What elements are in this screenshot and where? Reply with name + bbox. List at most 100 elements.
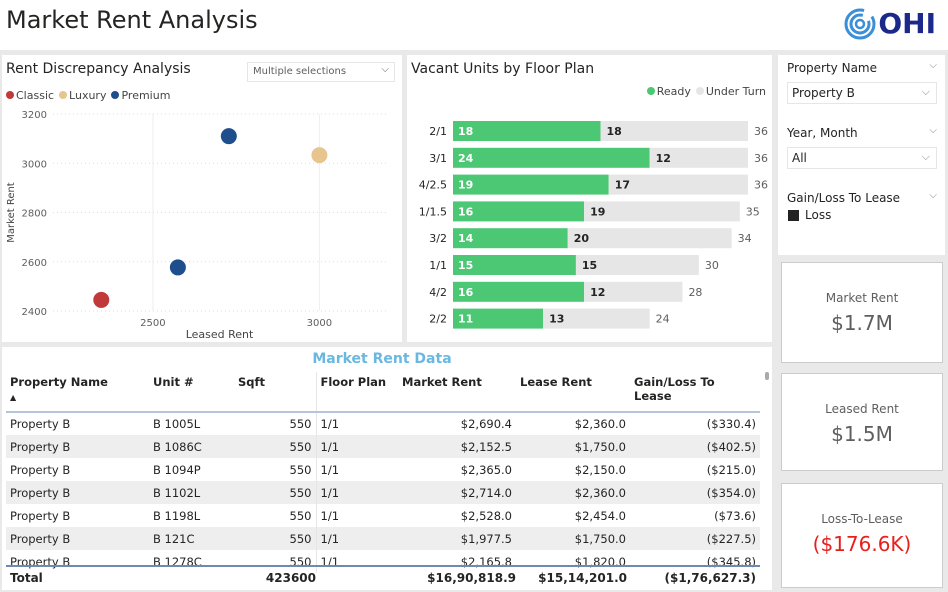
market-rent-card: Market Rent $1.7M <box>781 262 943 363</box>
bar-ready[interactable] <box>453 121 601 141</box>
under-turn-value-label: 18 <box>607 125 622 138</box>
cell-floor-plan: 1/1 <box>315 412 398 435</box>
category-label: 4/2.5 <box>419 179 447 192</box>
ready-value-label: 16 <box>458 205 474 218</box>
cell-property-name: Property B <box>10 508 71 523</box>
year-month-label: Year, Month <box>787 126 858 140</box>
under-turn-value-label: 15 <box>582 259 597 272</box>
leased-rent-card: Leased Rent $1.5M <box>781 373 943 471</box>
cell-market-rent: $1,977.5 <box>398 527 516 550</box>
y-tick-label: 2600 <box>22 258 47 269</box>
x-tick-label: 3000 <box>307 318 332 329</box>
ready-value-label: 18 <box>458 125 473 138</box>
table-row[interactable]: Property BB 1102L 550 1/1 $2,714.0 $2,360.0(… <box>6 481 760 504</box>
total-value-label: 36 <box>754 125 768 138</box>
total-row: Total 423600 $16,90,818.9 $15,14,201.0 (… <box>6 565 760 587</box>
scatter-panel: Rent Discrepancy Analysis Multiple selec… <box>2 55 402 342</box>
table-header: Property Name ▲ Unit # Sqft Floor Plan Ma… <box>6 372 760 413</box>
scrollbar[interactable] <box>765 372 769 380</box>
table-row[interactable]: Property B B 1198L 550 1/1 $2,528.0 $2,454.0 (… <box>6 504 760 527</box>
sort-ascending-icon: ▲ <box>10 393 17 402</box>
bar-ready[interactable] <box>453 147 650 168</box>
loss-checkbox[interactable]: Loss <box>788 208 831 222</box>
col-property-name[interactable]: Property Name ▲ <box>6 372 149 413</box>
col-lease-rent[interactable]: Lease Rent <box>516 372 630 413</box>
total-market-rent: $16,90,818.9 <box>427 571 516 585</box>
x-axis-label: Leased Rent <box>186 328 254 341</box>
cell-gain-loss: ($354.0) <box>630 481 760 504</box>
col-sqft[interactable]: Sqft <box>234 372 316 413</box>
cell-market-rent: $2,690.4 <box>460 417 512 431</box>
under-turn-value-label: 12 <box>656 152 671 165</box>
chevron-down-icon[interactable]: ⌵ <box>929 190 937 201</box>
y-tick-label: 2800 <box>22 209 47 220</box>
ready-value-label: 14 <box>458 232 474 245</box>
bar-under-turn[interactable] <box>567 228 732 249</box>
cell-sqft: 550 <box>234 435 316 458</box>
chevron-down-icon[interactable]: ⌵ <box>929 60 937 71</box>
category-label: 2/2 <box>429 313 447 326</box>
card-value: $1.7M <box>831 311 893 335</box>
cell-property-name: Property B <box>6 435 149 458</box>
y-axis-label: Market Rent <box>6 182 17 243</box>
cell-gain-loss: ($73.6) <box>714 508 756 523</box>
cell-property-name: Property B <box>10 462 71 477</box>
total-value-label: 34 <box>738 232 752 245</box>
card-label: Market Rent <box>825 291 899 305</box>
cell-market-rent: $2,152.5 <box>398 435 516 458</box>
card-label: Leased Rent <box>825 402 899 416</box>
table-row[interactable]: Property B B 1094P 550 1/1 $2,365.0 $2,150.0 (… <box>6 458 760 481</box>
card-value: $1.5M <box>831 422 893 446</box>
x-tick-label: 2500 <box>140 318 165 329</box>
total-sqft: 423600 <box>265 571 316 585</box>
loss-label: Loss <box>805 208 832 222</box>
cell-unit: B 1086C <box>149 435 234 458</box>
cell-unit: B 1094P <box>153 462 201 477</box>
scatter-point-classic[interactable] <box>93 291 110 308</box>
table-row[interactable]: Property B B 1005L 550 1/1 $2,690.4 $2,360.0 (… <box>6 412 760 435</box>
cell-floor-plan: 1/1 <box>315 435 398 458</box>
table-row[interactable]: Property BB 1086C 550 1/1 $2,152.5 $1,750.0(… <box>6 435 760 458</box>
cell-market-rent: $2,365.0 <box>460 462 512 477</box>
table-row[interactable]: Property BB 121C 550 1/1 $1,977.5 $1,750.0 ($… <box>6 527 760 550</box>
chevron-down-icon[interactable]: ⌵ <box>929 125 937 136</box>
cell-sqft: 550 <box>234 481 316 504</box>
cell-property-name: Property B <box>6 481 149 504</box>
scatter-point-premium[interactable] <box>220 128 237 145</box>
total-value-label: 30 <box>705 259 719 272</box>
col-gain-loss[interactable]: Gain/Loss To Lease <box>630 372 760 413</box>
logo-text: OHI <box>878 7 936 40</box>
col-floor-plan[interactable]: Floor Plan <box>315 372 398 413</box>
cell-property-name: Property B <box>10 417 71 431</box>
category-label: 3/2 <box>429 232 447 245</box>
bar-under-turn[interactable] <box>600 121 749 141</box>
chevron-down-icon: ⌵ <box>921 85 930 98</box>
cell-unit: B 1102L <box>149 481 234 504</box>
year-month-dropdown[interactable]: All ⌵ <box>787 147 937 169</box>
cell-gain-loss: ($215.0) <box>706 462 756 477</box>
under-turn-value-label: 17 <box>615 179 630 192</box>
col-unit[interactable]: Unit # <box>149 372 234 413</box>
scatter-point-premium[interactable] <box>169 259 186 276</box>
ready-value-label: 11 <box>458 313 473 326</box>
property-name-dropdown[interactable]: Property B ⌵ <box>787 82 937 104</box>
bar-under-turn[interactable] <box>584 201 740 222</box>
cell-sqft: 550 <box>289 508 312 523</box>
bar-chart: 2/1 18 18 36 3/1 24 12 36 4/2.5 19 17 36 1/1.5 16 19 35… <box>419 121 768 329</box>
scatter-plot: 2400 2600 2800 3000 3200 2500 3000 Leased Rent M… <box>6 110 386 341</box>
scatter-point-luxury[interactable] <box>311 147 328 164</box>
y-tick-label: 2400 <box>22 307 47 318</box>
cell-sqft: 550 <box>234 527 316 550</box>
cell-lease-rent: $2,360.0 <box>516 481 630 504</box>
cell-property-name: Property B <box>6 527 149 550</box>
cell-gain-loss: ($227.5) <box>630 527 760 550</box>
chevron-down-icon: ⌵ <box>921 150 930 163</box>
under-turn-value-label: 19 <box>590 205 605 218</box>
header: Market Rent Analysis OHI <box>0 0 948 50</box>
cell-lease-rent: $1,750.0 <box>516 435 630 458</box>
col-market-rent[interactable]: Market Rent <box>398 372 516 413</box>
ready-value-label: 16 <box>458 286 474 299</box>
cell-lease-rent: $2,150.0 <box>574 462 626 477</box>
year-month-value: All <box>792 151 807 165</box>
bar-ready[interactable] <box>453 174 609 195</box>
